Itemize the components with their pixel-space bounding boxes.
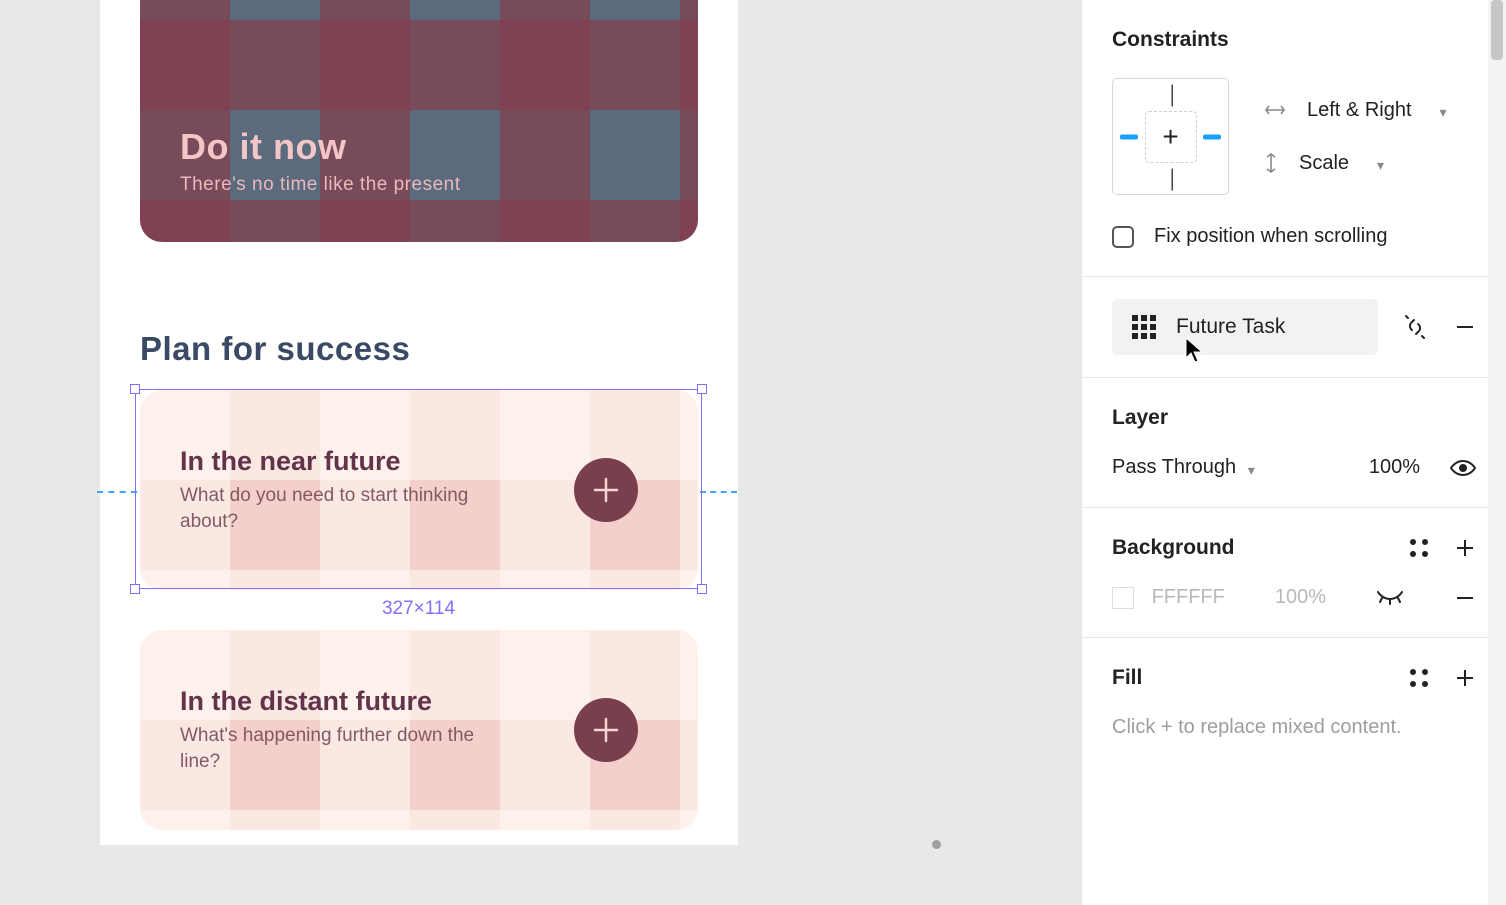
eye-closed-icon[interactable] [1376, 590, 1404, 606]
section-heading: Plan for success [140, 330, 410, 368]
card-near-future[interactable]: In the near future What do you need to s… [140, 390, 698, 590]
section-heading: Constraints [1112, 28, 1476, 52]
card-title: Do it now [180, 126, 658, 168]
layer-section: Layer Pass Through ▾ 100% [1082, 378, 1506, 508]
detach-instance-icon[interactable] [1402, 314, 1428, 340]
plus-icon[interactable] [1454, 667, 1476, 689]
alignment-guide [700, 491, 737, 493]
card-subtitle: What do you need to start thinking about… [180, 483, 510, 534]
component-name: Future Task [1176, 315, 1285, 339]
cursor-icon [1185, 337, 1205, 363]
background-section: Background FFFFFF 100% [1082, 508, 1506, 638]
artboard[interactable]: Do it now There's no time like the prese… [100, 0, 738, 845]
style-picker-icon[interactable] [1410, 669, 1428, 687]
design-canvas[interactable]: Do it now There's no time like the prese… [0, 0, 953, 905]
fix-position-label: Fix position when scrolling [1154, 225, 1387, 248]
card-subtitle: There's no time like the present [180, 174, 658, 196]
component-grid-icon [1132, 315, 1156, 339]
component-section: Future Task [1082, 277, 1506, 378]
card-title: In the distant future [180, 686, 510, 717]
card-do-it-now[interactable]: Do it now There's no time like the prese… [140, 0, 698, 242]
background-color-field[interactable]: FFFFFF [1112, 586, 1225, 609]
horizontal-arrows-icon [1265, 104, 1285, 116]
constraints-section: Constraints │ + │ Left & Right ▾ [1082, 0, 1506, 277]
alignment-guide [97, 491, 137, 493]
fill-hint-text: Click + to replace mixed content. [1112, 716, 1476, 739]
horizontal-constraint-select[interactable]: Left & Right ▾ [1265, 99, 1447, 122]
vertical-constraint-select[interactable]: Scale ▾ [1265, 152, 1447, 175]
blend-mode-select[interactable]: Pass Through ▾ [1112, 456, 1255, 479]
card-title: In the near future [180, 446, 510, 477]
fill-section: Fill Click + to replace mixed content. [1082, 638, 1506, 767]
constraints-widget[interactable]: │ + │ [1112, 78, 1229, 195]
minus-icon[interactable] [1454, 316, 1476, 338]
section-heading: Background [1112, 536, 1235, 560]
section-heading: Fill [1112, 666, 1142, 690]
add-icon[interactable] [574, 458, 638, 522]
style-picker-icon[interactable] [1410, 539, 1428, 557]
eye-icon[interactable] [1450, 459, 1476, 477]
inspector-panel: Constraints │ + │ Left & Right ▾ [1081, 0, 1506, 905]
panel-scrollbar[interactable] [1488, 0, 1506, 905]
card-subtitle: What's happening further down the line? [180, 723, 510, 774]
add-icon[interactable] [574, 698, 638, 762]
scroll-indicator [932, 840, 941, 849]
background-opacity-field[interactable]: 100% [1275, 586, 1326, 609]
chevron-down-icon: ▾ [1377, 157, 1384, 174]
vertical-arrows-icon [1265, 153, 1277, 173]
card-distant-future[interactable]: In the distant future What's happening f… [140, 630, 698, 830]
color-swatch[interactable] [1112, 587, 1134, 609]
chevron-down-icon: ▾ [1248, 462, 1255, 478]
component-instance-pill[interactable]: Future Task [1112, 299, 1378, 355]
chevron-down-icon: ▾ [1440, 104, 1447, 121]
section-heading: Layer [1112, 406, 1476, 430]
minus-icon[interactable] [1454, 587, 1476, 609]
constraint-value: Scale [1299, 152, 1349, 175]
scrollbar-thumb[interactable] [1491, 0, 1503, 60]
opacity-field[interactable]: 100% [1369, 456, 1420, 479]
selection-dimensions: 327×114 [376, 596, 461, 622]
constraint-value: Left & Right [1307, 99, 1412, 122]
plus-icon[interactable] [1454, 537, 1476, 559]
fix-position-checkbox[interactable] [1112, 226, 1134, 248]
